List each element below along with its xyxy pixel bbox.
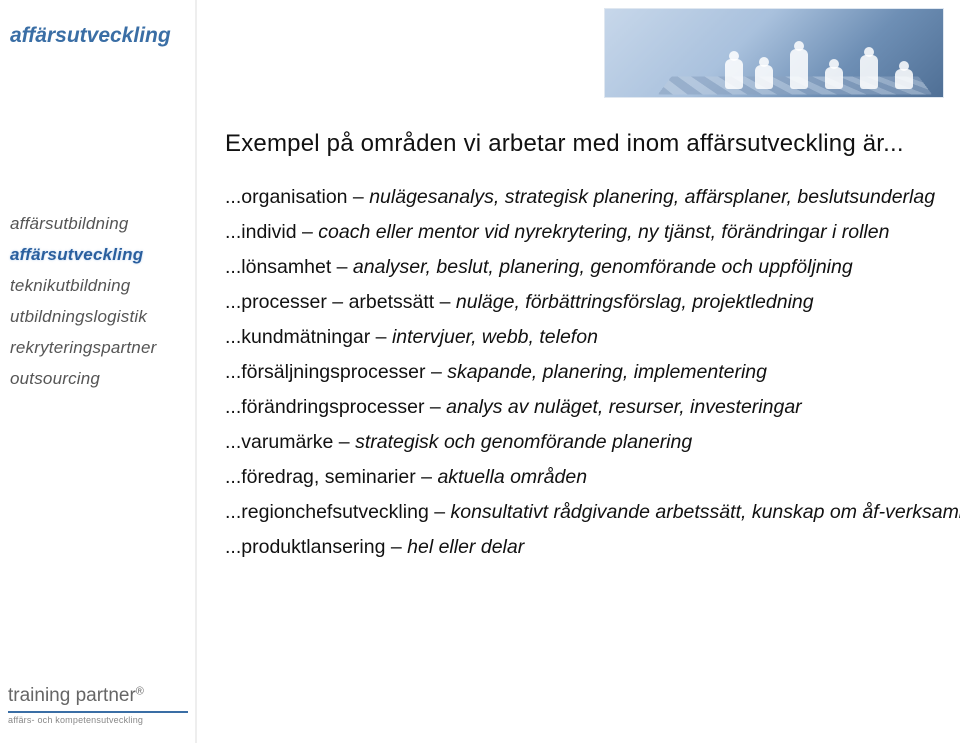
sidebar-item-affarsutveckling: affärsutveckling bbox=[10, 245, 156, 265]
sidebar-item-affarsutbildning: affärsutbildning bbox=[10, 214, 156, 234]
chess-piece-icon bbox=[755, 65, 773, 89]
item-label: lönsamhet bbox=[241, 256, 331, 278]
separator: – bbox=[333, 431, 355, 453]
sidebar-item-outsourcing: outsourcing bbox=[10, 369, 156, 389]
brand-name-text: training partner bbox=[8, 685, 136, 706]
list-item: ...kundmätningar – intervjuer, webb, tel… bbox=[225, 326, 935, 349]
list-item: ...organisation – nulägesanalys, strateg… bbox=[225, 186, 935, 209]
item-desc: intervjuer, webb, telefon bbox=[392, 326, 598, 348]
item-label: varumärke bbox=[241, 431, 333, 453]
separator: – bbox=[429, 501, 451, 523]
list-item: ...regionchefsutveckling – konsultativt … bbox=[225, 501, 935, 524]
item-desc: konsultativt rådgivande arbetssätt, kuns… bbox=[450, 501, 960, 523]
brand-rule bbox=[8, 711, 188, 713]
brand-logo: training partner® affärs- och kompetensu… bbox=[8, 685, 188, 725]
item-desc: coach eller mentor vid nyrekrytering, ny… bbox=[318, 221, 889, 243]
prefix: ... bbox=[225, 361, 241, 383]
sidebar-item-teknikutbildning: teknikutbildning bbox=[10, 276, 156, 296]
list-item: ...försäljningsprocesser – skapande, pla… bbox=[225, 361, 935, 384]
list-item: ...varumärke – strategisk och genomföran… bbox=[225, 431, 935, 454]
registered-trademark-icon: ® bbox=[136, 686, 144, 698]
hero-image bbox=[604, 8, 944, 98]
item-desc: skapande, planering, implementering bbox=[447, 361, 767, 383]
separator: – bbox=[370, 326, 392, 348]
list-item: ...förändringsprocesser – analys av nulä… bbox=[225, 396, 935, 419]
list-item: ...föredrag, seminarier – aktuella områd… bbox=[225, 466, 935, 489]
list-item: ...individ – coach eller mentor vid nyre… bbox=[225, 221, 935, 244]
separator: – bbox=[297, 221, 319, 243]
brand-tagline: affärs- och kompetensutveckling bbox=[8, 715, 188, 725]
prefix: ... bbox=[225, 431, 241, 453]
separator: – bbox=[424, 396, 446, 418]
page-title: Exempel på områden vi arbetar med inom a… bbox=[225, 130, 935, 158]
item-desc: aktuella områden bbox=[437, 466, 587, 488]
separator: – bbox=[385, 536, 407, 558]
item-desc: analys av nuläget, resurser, investering… bbox=[446, 396, 802, 418]
item-label: kundmätningar bbox=[241, 326, 370, 348]
prefix: ... bbox=[225, 256, 241, 278]
prefix: ... bbox=[225, 326, 241, 348]
list-item: ...processer – arbetssätt – nuläge, förb… bbox=[225, 291, 935, 314]
item-desc: nuläge, förbättringsförslag, projektledn… bbox=[456, 291, 814, 313]
item-label: individ bbox=[241, 221, 296, 243]
sidebar-item-utbildningslogistik: utbildningslogistik bbox=[10, 307, 156, 327]
separator: – bbox=[434, 291, 456, 313]
item-desc: analyser, beslut, planering, genomförand… bbox=[353, 256, 853, 278]
prefix: ... bbox=[225, 186, 241, 208]
item-label: organisation bbox=[241, 186, 347, 208]
item-label: föredrag, seminarier bbox=[241, 466, 416, 488]
category-header: affärsutveckling bbox=[10, 24, 171, 48]
item-label: regionchefsutveckling bbox=[241, 501, 429, 523]
bullet-list: ...organisation – nulägesanalys, strateg… bbox=[225, 186, 935, 559]
left-column: affärsutveckling affärsutbildning affärs… bbox=[0, 0, 195, 743]
separator: – bbox=[426, 361, 448, 383]
brand-name: training partner® bbox=[8, 685, 188, 707]
prefix: ... bbox=[225, 536, 241, 558]
chess-piece-icon bbox=[860, 55, 878, 89]
separator: – bbox=[331, 256, 353, 278]
chess-piece-icon bbox=[825, 67, 843, 89]
sidebar-list: affärsutbildning affärsutveckling teknik… bbox=[10, 214, 156, 389]
prefix: ... bbox=[225, 466, 241, 488]
list-item: ...lönsamhet – analyser, beslut, planeri… bbox=[225, 256, 935, 279]
item-label: försäljningsprocesser bbox=[241, 361, 425, 383]
vertical-divider bbox=[195, 0, 199, 743]
item-label: produktlansering bbox=[241, 536, 385, 558]
slide-root: affärsutveckling affärsutbildning affärs… bbox=[0, 0, 960, 743]
item-label: förändringsprocesser bbox=[241, 396, 424, 418]
chess-piece-icon bbox=[790, 49, 808, 89]
sidebar-item-rekryteringspartner: rekryteringspartner bbox=[10, 338, 156, 358]
main-content: Exempel på områden vi arbetar med inom a… bbox=[225, 130, 935, 559]
separator: – bbox=[348, 186, 370, 208]
chess-piece-icon bbox=[725, 59, 743, 89]
separator: – bbox=[416, 466, 438, 488]
prefix: ... bbox=[225, 501, 241, 523]
list-item: ...produktlansering – hel eller delar bbox=[225, 536, 935, 559]
item-desc: nulägesanalys, strategisk planering, aff… bbox=[369, 186, 935, 208]
item-desc: hel eller delar bbox=[407, 536, 524, 558]
prefix: ... bbox=[225, 291, 241, 313]
prefix: ... bbox=[225, 221, 241, 243]
chess-piece-icon bbox=[895, 69, 913, 89]
item-label: processer – arbetssätt bbox=[241, 291, 434, 313]
prefix: ... bbox=[225, 396, 241, 418]
item-desc: strategisk och genomförande planering bbox=[355, 431, 692, 453]
